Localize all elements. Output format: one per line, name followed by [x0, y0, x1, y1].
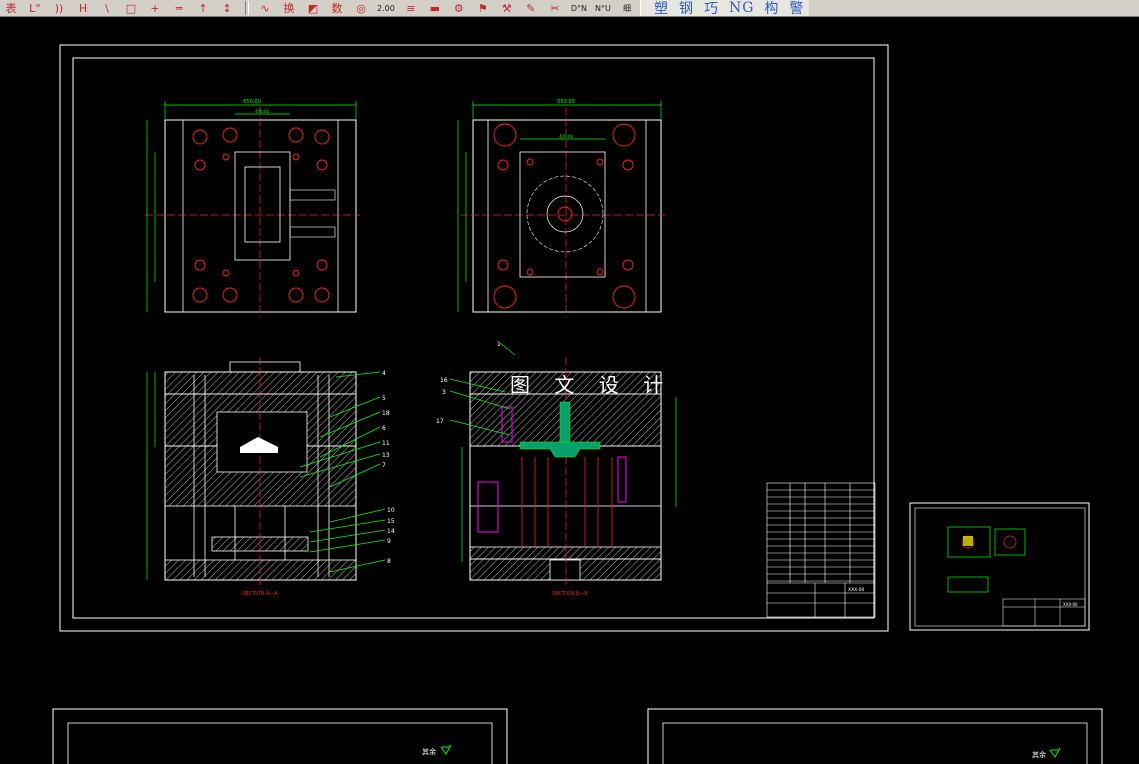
leader-label: 1: [497, 341, 501, 348]
part-number: 18: [382, 410, 390, 417]
table-icon[interactable]: 表: [0, 1, 22, 16]
part-number: 11: [382, 440, 390, 447]
part-number: 15: [387, 518, 395, 525]
measure-icon[interactable]: ◎: [350, 1, 372, 16]
color-bar-icon[interactable]: ▬: [424, 1, 446, 16]
top-view-right: 550.00 470.00: [457, 99, 665, 317]
section-a-label: SECTION A—A: [242, 591, 278, 597]
rectangle-icon[interactable]: □: [120, 1, 142, 16]
part-number: 3: [442, 389, 446, 396]
break-line-icon[interactable]: ═: [168, 1, 190, 16]
replace-button[interactable]: 换: [278, 1, 300, 16]
section-b-label: SECTION B—B: [552, 591, 588, 597]
part-number: 6: [382, 425, 386, 432]
roughness-note-right: 其余: [1032, 750, 1046, 759]
title-block-code: XXX-00: [848, 587, 865, 593]
tool-1-icon[interactable]: ⚙: [448, 1, 470, 16]
tool-5-icon[interactable]: ✂: [544, 1, 566, 16]
part-number: 13: [382, 452, 390, 459]
nu-button[interactable]: N°U: [592, 1, 614, 16]
part-number: 14: [387, 528, 395, 535]
cad-toolbar: 表 L°)) H \ □ + ═ ↑ ↕ ∿ 换 ◩ 数 ◎ 2.00 ≡ ▬ ⚙ ⚑ ⚒ ✎ ✂ D°N N°U 细 塑钢巧…: [0, 0, 1139, 17]
dimension-icon[interactable]: H: [72, 1, 94, 16]
part-number: 17: [436, 418, 444, 425]
layer-icon[interactable]: ≡: [400, 1, 422, 16]
tool-3-icon[interactable]: ⚒: [496, 1, 518, 16]
toolbar-separator: [245, 1, 249, 15]
roughness-note-left: 其余: [422, 747, 436, 756]
title-block: [766, 482, 876, 618]
ng-button[interactable]: NG: [729, 0, 754, 16]
bottom-right-sheet[interactable]: 其余: [647, 708, 1103, 764]
dim-left-inner: 470.00: [255, 109, 269, 114]
part-number: 4: [382, 370, 386, 377]
arrow-align-icon[interactable]: ↕: [216, 1, 238, 16]
dim-left-width: 650.00: [243, 99, 261, 105]
number-button[interactable]: 数: [326, 1, 348, 16]
chamfer-icon[interactable]: L°: [24, 1, 46, 16]
tool-4-icon[interactable]: ✎: [520, 1, 542, 16]
part-number: 16: [440, 377, 448, 384]
part-number: 9: [387, 538, 391, 545]
line-icon[interactable]: \: [96, 1, 118, 16]
alert-button[interactable]: 警: [789, 0, 804, 16]
cross-icon[interactable]: +: [144, 1, 166, 16]
arrow-up-icon[interactable]: ↑: [192, 1, 214, 16]
section-a-a-view: 4 5 18 6 11 13 7 10 15 14 9 8 SECTION A—…: [146, 357, 395, 597]
skill-button[interactable]: 巧: [704, 0, 719, 16]
tool-2-icon[interactable]: ⚑: [472, 1, 494, 16]
steel-button[interactable]: 钢: [679, 0, 694, 16]
fill-icon[interactable]: ◩: [302, 1, 324, 16]
dn-button[interactable]: D°N: [568, 1, 590, 16]
top-view-left: 650.00 470.00: [145, 99, 360, 317]
dim-right-width: 550.00: [557, 99, 575, 105]
bottom-left-sheet[interactable]: 其余: [52, 708, 508, 764]
mini-sheet[interactable]: XXX-00: [909, 502, 1090, 631]
scale-value-icon[interactable]: 2.00: [374, 1, 398, 16]
part-number: 5: [382, 395, 386, 402]
watermark-text: 图 文 设 计: [510, 373, 673, 397]
toolbar-custom-group: 塑钢巧 NG 构警: [639, 0, 810, 16]
transform-icon[interactable]: ∿: [254, 1, 276, 16]
part-number: 8: [387, 558, 391, 565]
arc-icon[interactable]: )): [48, 1, 70, 16]
plastic-button[interactable]: 塑: [654, 0, 669, 16]
structure-button[interactable]: 构: [764, 0, 779, 16]
main-drawing-sheet[interactable]: [59, 44, 889, 632]
thin-button[interactable]: 细: [616, 1, 638, 16]
part-number: 7: [382, 462, 386, 469]
dim-right-inner: 470.00: [559, 134, 573, 139]
part-number: 10: [387, 507, 395, 514]
mini-sheet-code: XXX-00: [1063, 602, 1078, 607]
